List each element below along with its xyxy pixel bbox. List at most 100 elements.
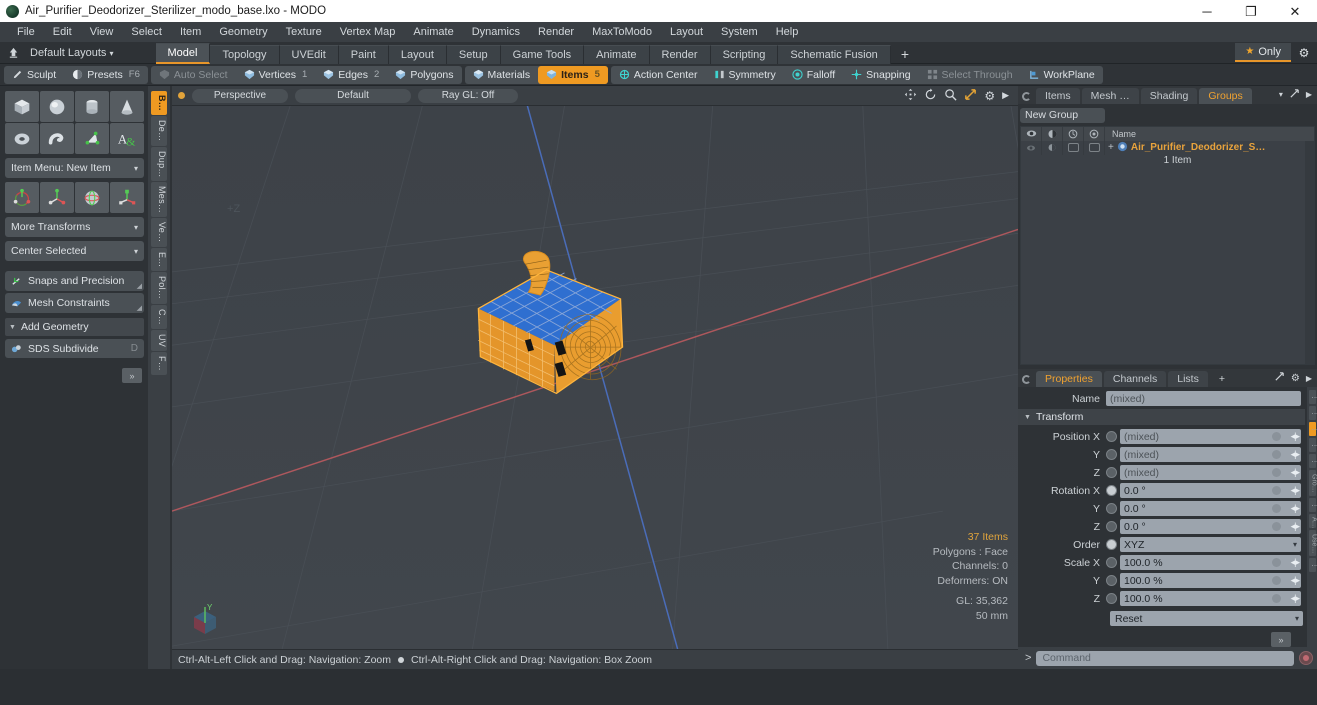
properties-vtab-9[interactable]: ⋮ (1308, 558, 1317, 573)
add-geometry-section-header[interactable]: ▼ Add Geometry (5, 318, 144, 336)
panel-dropdown-icon[interactable]: ▾ (1279, 90, 1283, 99)
property-knob[interactable] (1106, 557, 1117, 569)
property-value-field[interactable]: 0.0 ° ◂|▸ (1120, 519, 1301, 535)
cylinder-icon[interactable] (75, 91, 109, 122)
order-knob[interactable] (1106, 539, 1117, 551)
item-tree-scrollbar[interactable] (1305, 140, 1314, 365)
menu-item-animate[interactable]: Animate (404, 22, 462, 42)
transform-all-icon[interactable] (5, 182, 39, 213)
property-value-field[interactable]: (mixed) ◂|▸ (1120, 465, 1301, 481)
menu-item-texture[interactable]: Texture (277, 22, 331, 42)
home-layout-icon[interactable] (0, 42, 26, 64)
left-panel-expand-button[interactable]: » (122, 368, 142, 383)
layout-tab-scripting[interactable]: Scripting (710, 44, 779, 64)
property-stepper-arrows-icon[interactable]: ◂|▸ (1291, 575, 1300, 586)
more-transforms-dropdown[interactable]: More Transforms ▾ (5, 217, 144, 237)
property-stepper-arrows-icon[interactable]: ◂|▸ (1291, 593, 1300, 604)
ghost-icon[interactable] (1084, 126, 1105, 141)
property-knob[interactable] (1106, 593, 1117, 605)
scale-icon[interactable] (110, 182, 144, 213)
property-knob[interactable] (1106, 431, 1117, 443)
tab-mesh[interactable]: Mesh … (1081, 87, 1139, 104)
property-stepper-arrows-icon[interactable]: ◂|▸ (1291, 521, 1300, 532)
property-value-field[interactable]: (mixed) ◂|▸ (1120, 429, 1301, 445)
edges-button[interactable]: Edges 2 (315, 66, 387, 84)
tab-lists[interactable]: Lists (1168, 371, 1208, 388)
name-field[interactable]: (mixed) (1106, 391, 1301, 407)
menu-item-maxtomodo[interactable]: MaxToModo (583, 22, 661, 42)
property-knob[interactable] (1106, 485, 1117, 497)
menu-item-dynamics[interactable]: Dynamics (463, 22, 529, 42)
viewport-menu-dot-icon[interactable] (178, 92, 185, 99)
auto-select-button[interactable]: Auto Select (151, 66, 236, 84)
row-render-toggle[interactable] (1042, 140, 1063, 155)
left-vtab-1[interactable]: De… (151, 116, 167, 146)
left-vtab-8[interactable]: UV (151, 329, 167, 351)
layout-tab-paint[interactable]: Paint (338, 44, 389, 64)
items-button[interactable]: Items 5 (538, 65, 608, 84)
menu-item-help[interactable]: Help (767, 22, 808, 42)
presets-button[interactable]: Presets F6 (64, 66, 148, 84)
snaps-and-precision-button[interactable]: Snaps and Precision ◢ (5, 271, 144, 291)
properties-more-icon[interactable]: ▶ (1306, 374, 1312, 383)
menu-item-layout[interactable]: Layout (661, 22, 712, 42)
left-vtab-5[interactable]: E… (151, 247, 167, 272)
menu-item-view[interactable]: View (81, 22, 123, 42)
mesh-constraints-button[interactable]: Mesh Constraints ◢ (5, 293, 144, 313)
torus-icon[interactable] (5, 123, 39, 154)
minimize-button[interactable]: ─ (1185, 0, 1229, 22)
table-row[interactable]: + Air_Purifier_Deodorizer_S… (1021, 140, 1314, 155)
property-stepper-arrows-icon[interactable]: ◂|▸ (1291, 557, 1300, 568)
property-value-field[interactable]: 100.0 % ◂|▸ (1120, 573, 1301, 589)
property-stepper-arrows-icon[interactable]: ◂|▸ (1291, 449, 1300, 460)
left-vtab-7[interactable]: C… (151, 304, 167, 329)
cone-icon[interactable] (110, 91, 144, 122)
left-vtab-6[interactable]: Pol… (151, 272, 167, 304)
properties-vtab-1[interactable]: ⋮ (1308, 406, 1317, 421)
properties-maximize-icon[interactable] (1274, 371, 1285, 385)
sculpt-button[interactable]: Sculpt (4, 66, 64, 84)
command-input[interactable]: Command (1036, 650, 1294, 666)
properties-vtab-6[interactable]: ⋮ (1308, 498, 1317, 513)
viewport-settings-icon[interactable]: ⚙ (984, 90, 995, 102)
tab-shading[interactable]: Shading (1140, 87, 1198, 104)
action-center-button[interactable]: Action Center (611, 66, 706, 84)
snapping-button[interactable]: Snapping (843, 66, 918, 84)
left-vtab-2[interactable]: Dup… (151, 146, 167, 182)
property-knob[interactable] (1106, 503, 1117, 515)
properties-vtab-7[interactable]: A… (1308, 514, 1317, 529)
viewport-perspective-dropdown[interactable]: Perspective (192, 88, 288, 103)
polygons-button[interactable]: Polygons (387, 66, 461, 84)
layout-tab-game-tools[interactable]: Game Tools (500, 44, 585, 64)
panel-maximize-icon[interactable] (1289, 88, 1300, 102)
properties-vtab-5[interactable]: Gro… (1308, 470, 1317, 497)
viewport-shading-dropdown[interactable]: Default (295, 88, 411, 103)
tab-channels[interactable]: Channels (1103, 371, 1167, 388)
property-stepper-arrows-icon[interactable]: ◂|▸ (1291, 467, 1300, 478)
properties-vtab-4[interactable]: ⋮ (1308, 454, 1317, 469)
left-vtab-0[interactable]: B… (151, 91, 167, 116)
vertices-button[interactable]: Vertices 1 (236, 66, 316, 84)
transform-section-header[interactable]: ▼ Transform (1018, 409, 1305, 426)
properties-expand-button[interactable]: » (1271, 632, 1291, 648)
menu-item-geometry[interactable]: Geometry (210, 22, 276, 42)
row-lock-toggle[interactable] (1063, 140, 1084, 155)
menu-item-item[interactable]: Item (171, 22, 210, 42)
rotate-icon[interactable] (75, 182, 109, 213)
property-knob[interactable] (1106, 575, 1117, 587)
layout-tab-schematic-fusion[interactable]: Schematic Fusion (778, 44, 891, 64)
cube-icon[interactable] (5, 91, 39, 122)
viewport-canvas[interactable]: +Z Y 37 Items Polygons : Face Channels: … (172, 106, 1018, 649)
lock-icon[interactable] (1063, 126, 1084, 141)
text-icon[interactable]: A & (110, 123, 144, 154)
reset-dropdown[interactable]: Reset ▾ (1110, 611, 1303, 627)
item-menu-dropdown[interactable]: Item Menu: New Item ▾ (5, 158, 144, 178)
close-button[interactable]: ✕ (1273, 0, 1317, 22)
order-select[interactable]: XYZ ▾ (1120, 537, 1301, 553)
property-stepper-arrows-icon[interactable]: ◂|▸ (1291, 485, 1300, 496)
row-eye-toggle[interactable] (1021, 140, 1042, 155)
maximize-button[interactable]: ❐ (1229, 0, 1273, 22)
properties-vtab-8[interactable]: Use… (1308, 530, 1317, 557)
property-knob[interactable] (1106, 467, 1117, 479)
left-vtab-9[interactable]: F… (151, 351, 167, 376)
